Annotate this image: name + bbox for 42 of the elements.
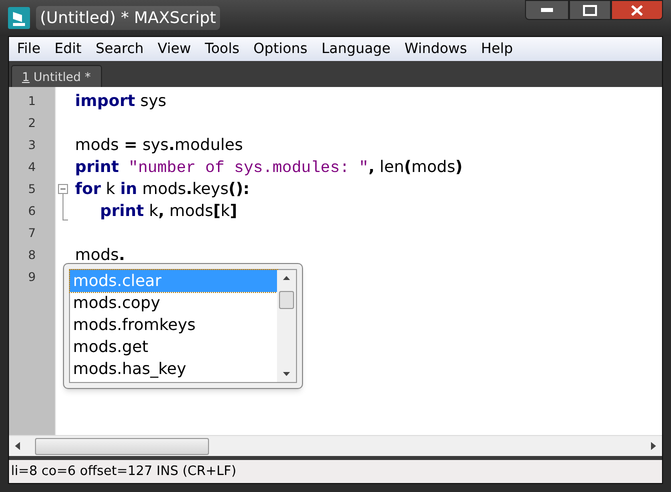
horizontal-scrollbar[interactable] (9, 435, 662, 456)
menu-item[interactable]: Language (314, 38, 398, 60)
scrollbar[interactable] (277, 270, 296, 382)
menu-item[interactable]: Tools (198, 38, 246, 60)
line-number: 8 (27, 247, 37, 264)
code-line: import sys (75, 90, 166, 112)
code-line: mods = sys.modules (75, 134, 243, 156)
editor-tab[interactable]: 1 Untitled * (11, 65, 102, 87)
scroll-thumb[interactable] (279, 291, 294, 309)
line-number: 3 (27, 137, 37, 154)
line-number: 2 (27, 115, 37, 132)
suggestion-item[interactable]: mods.get (70, 336, 277, 358)
minimize-icon (541, 8, 553, 12)
menu-item[interactable]: File (10, 38, 48, 60)
window-title: (Untitled) * MAXScript (36, 6, 220, 30)
menu-item[interactable]: Options (246, 38, 314, 60)
code-line: for k in mods.keys(): (75, 178, 250, 200)
status-text: li=8 co=6 offset=127 INS (CR+LF) (11, 462, 236, 481)
line-number: 1 (27, 93, 37, 110)
line-number: 4 (27, 159, 37, 176)
menu-item[interactable]: Search (88, 38, 151, 60)
close-button[interactable] (611, 0, 663, 20)
maximize-button[interactable] (569, 0, 611, 20)
suggestion-item[interactable]: mods.has_key (70, 358, 277, 380)
menu-item[interactable]: View (150, 38, 198, 60)
line-number: 9 (27, 269, 37, 286)
minimize-button[interactable] (525, 0, 569, 20)
maximize-icon (583, 4, 597, 16)
close-icon (631, 4, 643, 16)
suggestion-item[interactable]: mods.copy (70, 292, 277, 314)
menu-item[interactable]: Edit (47, 38, 89, 60)
line-number: 7 (27, 225, 37, 242)
line-number: 5 (27, 181, 37, 198)
code-line: print "number of sys.modules: ", len(mods) (75, 156, 463, 178)
scroll-thumb[interactable] (35, 438, 209, 454)
menu-item[interactable]: Help (474, 38, 520, 60)
app-logo-icon (8, 7, 30, 29)
code-line: print k, mods[k] (100, 200, 238, 222)
code-line: mods. (75, 244, 125, 266)
suggestion-item[interactable]: mods.fromkeys (70, 314, 277, 336)
line-number: 6 (27, 203, 37, 220)
menu-item[interactable]: Windows (398, 38, 474, 60)
